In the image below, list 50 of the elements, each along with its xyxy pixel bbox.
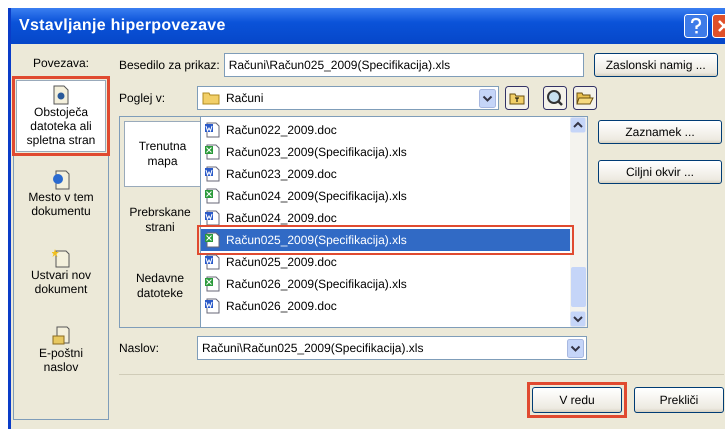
file-item[interactable]: Račun025_2009(Specifikacija).xls xyxy=(201,229,570,251)
link-type-item[interactable]: Mesto v tem dokumentu xyxy=(16,158,106,230)
dialog-button[interactable]: Prekliči xyxy=(634,387,724,413)
display-text-field[interactable]: Računi\Račun025_2009(Specifikacija).xls xyxy=(224,53,584,77)
envelope-document-icon xyxy=(52,326,70,346)
address-label: Naslov: xyxy=(119,341,160,355)
side-button[interactable]: Zaznamek ... xyxy=(598,120,722,144)
spreadsheet-icon xyxy=(204,144,220,160)
new-document-icon xyxy=(52,248,70,268)
search-icon[interactable] xyxy=(543,86,567,110)
scrollbar[interactable] xyxy=(570,117,587,327)
display-text-label: Besedilo za prikaz: xyxy=(119,58,220,72)
browse-tab[interactable]: Nedavne datoteke xyxy=(120,253,200,319)
spreadsheet-icon xyxy=(204,188,220,204)
word-document-icon xyxy=(204,254,220,270)
link-to-label: Povezava: xyxy=(32,56,90,70)
link-type-item[interactable]: E-poštni naslov xyxy=(16,314,106,386)
word-document-icon xyxy=(204,298,220,314)
look-in-label: Poglej v: xyxy=(119,91,166,105)
browse-tab[interactable]: Trenutna mapa xyxy=(124,121,200,187)
word-document-icon xyxy=(204,210,220,226)
address-dropdown[interactable]: Računi\Račun025_2009(Specifikacija).xls xyxy=(197,336,587,360)
up-folder-icon[interactable] xyxy=(505,86,529,110)
file-item[interactable]: Račun024_2009.doc xyxy=(201,207,570,229)
help-icon[interactable] xyxy=(684,14,708,38)
file-item[interactable]: Račun025_2009.doc xyxy=(201,251,570,273)
screen-tip-button[interactable]: Zaslonski namig ... xyxy=(594,53,718,77)
open-folder-icon[interactable] xyxy=(573,86,597,110)
document-globe-icon xyxy=(52,170,70,190)
scroll-up-icon[interactable] xyxy=(570,117,586,133)
file-item[interactable]: Račun026_2009.doc xyxy=(201,295,570,317)
link-type-item[interactable]: Ustvari nov dokument xyxy=(16,236,106,308)
browse-tab[interactable]: Prebrskane strani xyxy=(120,187,200,253)
word-document-icon xyxy=(204,166,220,182)
file-item[interactable]: Račun024_2009(Specifikacija).xls xyxy=(201,185,570,207)
file-item[interactable]: Račun023_2009(Specifikacija).xls xyxy=(201,141,570,163)
side-button[interactable]: Ciljni okvir ... xyxy=(598,160,722,184)
look-in-dropdown[interactable]: Računi xyxy=(197,86,499,110)
document-icon xyxy=(53,85,69,105)
file-item[interactable]: Račun022_2009.doc xyxy=(201,119,570,141)
spreadsheet-icon xyxy=(204,276,220,292)
window-title: Vstavljanje hiperpovezave xyxy=(19,17,226,35)
spreadsheet-icon xyxy=(204,232,220,248)
folder-icon xyxy=(202,91,220,105)
file-item[interactable]: Račun023_2009.doc xyxy=(201,163,570,185)
file-item[interactable]: Račun026_2009(Specifikacija).xls xyxy=(201,273,570,295)
dialog-button[interactable]: V redu xyxy=(532,387,622,413)
scroll-down-icon[interactable] xyxy=(570,311,586,327)
scroll-thumb[interactable] xyxy=(571,267,586,307)
word-document-icon xyxy=(204,122,220,138)
